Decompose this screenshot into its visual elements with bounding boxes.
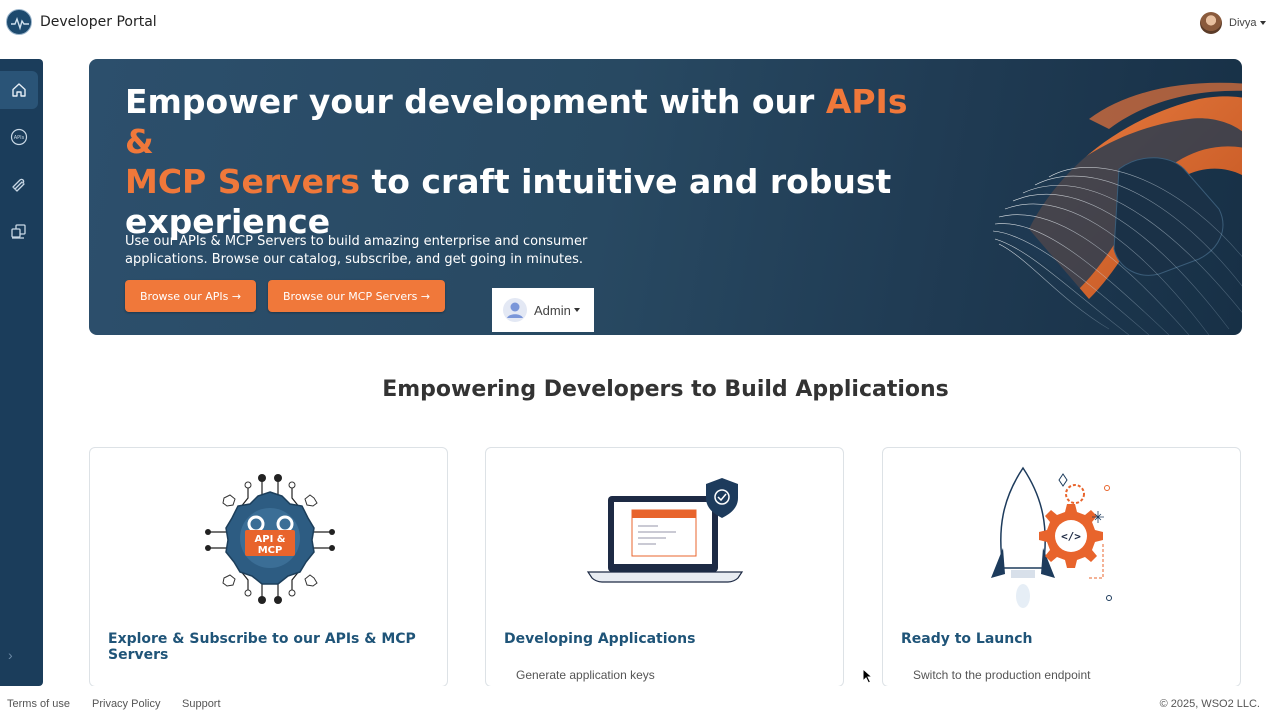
card-developing-applications[interactable]: Developing Applications Generate applica… — [485, 447, 844, 687]
svg-text:MCP: MCP — [258, 545, 283, 556]
mouse-cursor-icon — [862, 668, 874, 684]
card-line: Switch to the production endpoint — [913, 668, 1091, 682]
user-avatar-icon — [503, 298, 527, 322]
card-ready-to-launch[interactable]: </> Ready to Launch Switch to the produc… — [882, 447, 1241, 687]
logo-icon[interactable] — [6, 9, 32, 35]
browse-apis-button[interactable]: Browse our APIs → — [125, 280, 257, 312]
card-title: Explore & Subscribe to our APIs & MCP Se… — [108, 631, 416, 663]
api-mcp-gear-illustration: API & MCP — [205, 474, 335, 604]
applications-icon — [11, 224, 26, 239]
hero-banner: Empower your development with our APIs &… — [89, 59, 1242, 335]
card-explore-subscribe[interactable]: API & MCP Explore & Subscribe to our API… — [89, 447, 448, 687]
sidebar: APIs › — [0, 59, 43, 686]
hero-title-accent-2: MCP Servers — [125, 162, 360, 201]
card-line: Generate application keys — [516, 668, 655, 682]
hero-wave-graphic — [992, 82, 1242, 335]
copyright: © 2025, WSO2 LLC. — [1159, 698, 1260, 710]
card-title: Developing Applications — [504, 631, 696, 647]
hero-title: Empower your development with our APIs &… — [125, 82, 908, 241]
sidebar-item-applications[interactable] — [0, 212, 38, 250]
apis-icon: APIs — [10, 128, 28, 146]
card-title: Ready to Launch — [901, 631, 1033, 647]
browse-mcp-servers-button[interactable]: Browse our MCP Servers → — [268, 280, 446, 312]
home-icon — [12, 83, 26, 97]
svg-text:APIs: APIs — [14, 135, 25, 141]
top-bar: Developer Portal Divya — [0, 0, 1280, 46]
hero-subtitle: Use our APIs & MCP Servers to build amaz… — [125, 234, 588, 267]
admin-menu[interactable]: Admin — [492, 288, 594, 332]
chevron-right-icon[interactable]: › — [8, 647, 13, 663]
laptop-shield-illustration — [586, 478, 744, 583]
app-title[interactable]: Developer Portal — [40, 14, 157, 30]
rocket-gear-illustration: </> — [991, 466, 1112, 608]
sidebar-item-apis[interactable]: APIs — [0, 118, 38, 156]
user-menu[interactable]: Divya — [1200, 12, 1266, 34]
section-title: Empowering Developers to Build Applicati… — [382, 377, 949, 402]
terms-of-use-link[interactable]: Terms of use — [7, 698, 70, 710]
privacy-policy-link[interactable]: Privacy Policy — [92, 698, 160, 710]
mcp-servers-icon — [12, 178, 25, 192]
sidebar-item-mcp-servers[interactable] — [0, 165, 38, 203]
support-link[interactable]: Support — [182, 698, 221, 710]
user-avatar — [1200, 12, 1222, 34]
sidebar-item-home[interactable] — [0, 71, 38, 109]
admin-label: Admin — [534, 302, 571, 318]
chevron-down-icon — [1259, 21, 1266, 25]
chevron-down-icon — [573, 308, 580, 312]
svg-text:</>: </> — [1061, 530, 1081, 543]
svg-text:API &: API & — [255, 534, 286, 545]
user-name: Divya — [1229, 17, 1257, 29]
footer: Terms of use Privacy Policy Support © 20… — [0, 686, 1280, 720]
